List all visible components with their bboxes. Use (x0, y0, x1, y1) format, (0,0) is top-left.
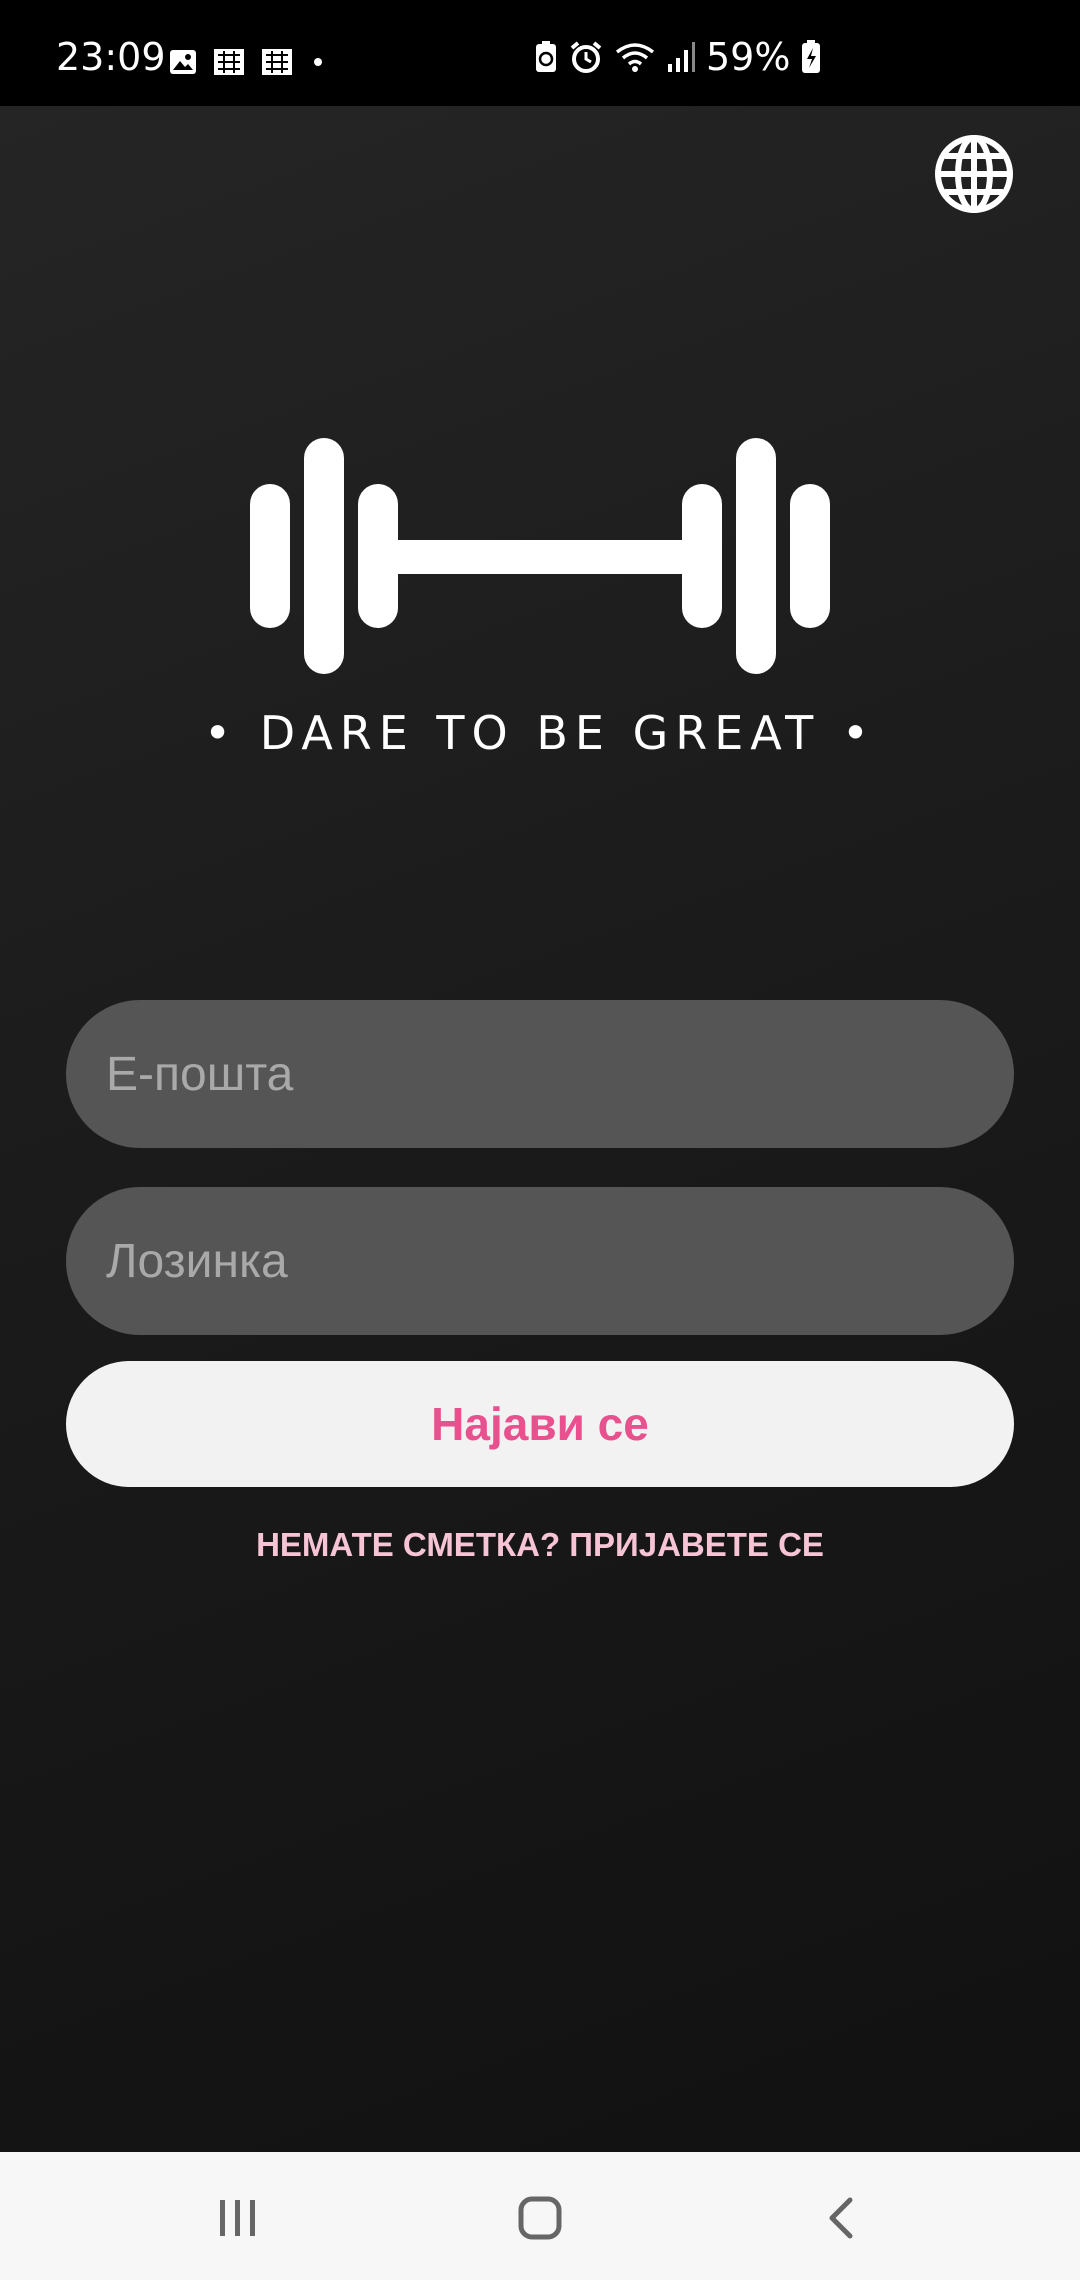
dot-icon (314, 58, 322, 66)
navigation-bar (0, 2152, 1080, 2280)
home-icon (518, 2196, 562, 2240)
home-button[interactable] (510, 2188, 570, 2248)
recents-button[interactable] (208, 2188, 268, 2248)
status-system-icons: 59% (534, 38, 822, 76)
language-button[interactable] (932, 132, 1016, 216)
login-button[interactable]: Најави се (66, 1361, 1014, 1487)
gallery-icon (170, 50, 196, 74)
back-icon (829, 2197, 853, 2239)
back-button[interactable] (812, 2188, 872, 2248)
battery-percentage: 59% (706, 35, 791, 79)
wifi-icon (615, 43, 655, 72)
login-screen: • DARE TO BE GREAT • Најави се НЕМАТЕ СМ… (0, 106, 1080, 2152)
signal-icon (668, 42, 695, 72)
battery-icon (802, 40, 821, 73)
email-field[interactable] (66, 1000, 1014, 1148)
battery-saver-icon (536, 41, 556, 72)
status-time: 23:09 (56, 35, 166, 79)
register-link[interactable]: НЕМАТЕ СМЕТКА? ПРИЈАВЕТЕ СЕ (0, 1526, 1080, 1564)
recents-icon (220, 2200, 255, 2236)
globe-icon (935, 135, 1013, 213)
alarm-icon (570, 41, 602, 73)
status-notification-icons (168, 46, 328, 78)
password-field[interactable] (66, 1187, 1014, 1335)
dumbbell-icon (250, 438, 830, 674)
app-logo (250, 436, 830, 676)
notification-icon (214, 49, 244, 75)
status-bar: 23:09 59% (0, 0, 1080, 106)
logo-tagline: • DARE TO BE GREAT • (203, 706, 877, 760)
notification-icon (262, 49, 292, 75)
